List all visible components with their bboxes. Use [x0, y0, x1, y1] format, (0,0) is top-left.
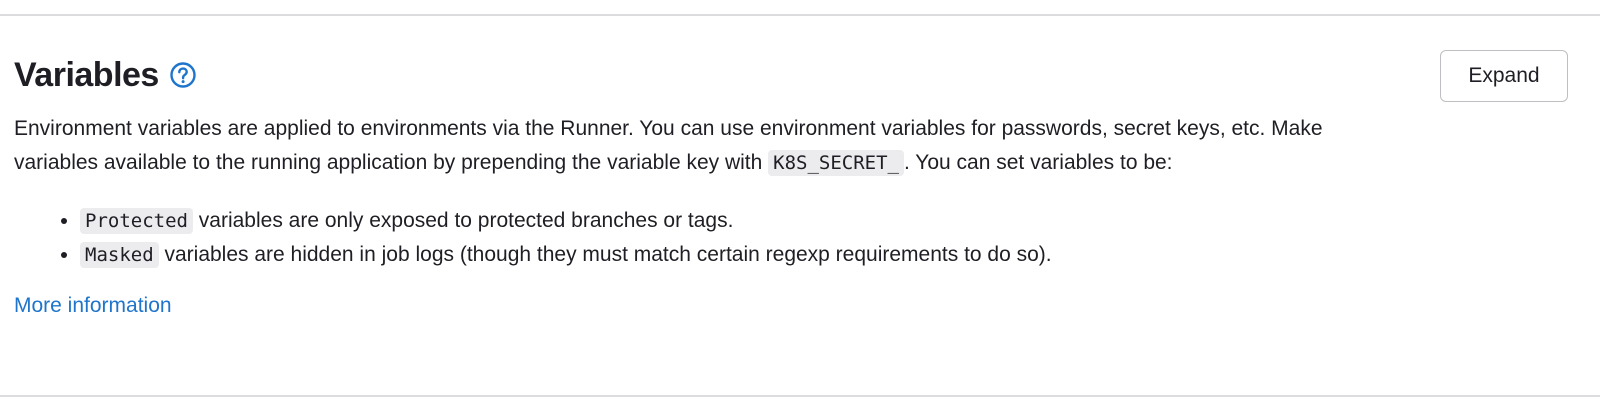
variables-section: Variables Expand Environment variables a…: [14, 50, 1574, 318]
rule-text: variables are hidden in job logs (though…: [158, 243, 1052, 266]
rule-text: variables are only exposed to protected …: [192, 209, 734, 232]
variable-rules-list: Protected variables are only exposed to …: [14, 204, 1574, 272]
expand-button[interactable]: Expand: [1440, 50, 1568, 102]
list-item: Protected variables are only exposed to …: [80, 204, 1574, 238]
section-title: Variables: [14, 55, 159, 94]
protected-code: Protected: [80, 208, 193, 234]
description-text-end: . You can set variables to be:: [904, 151, 1173, 174]
more-information-link[interactable]: More information: [14, 294, 172, 318]
section-description: Environment variables are applied to env…: [14, 112, 1384, 180]
question-circle-icon[interactable]: [169, 61, 197, 89]
bottom-divider: [0, 395, 1600, 397]
masked-code: Masked: [80, 242, 159, 268]
k8s-secret-code: K8S_SECRET_: [768, 150, 904, 176]
list-item: Masked variables are hidden in job logs …: [80, 238, 1574, 272]
section-header: Variables: [14, 50, 1574, 100]
top-divider: [0, 14, 1600, 16]
